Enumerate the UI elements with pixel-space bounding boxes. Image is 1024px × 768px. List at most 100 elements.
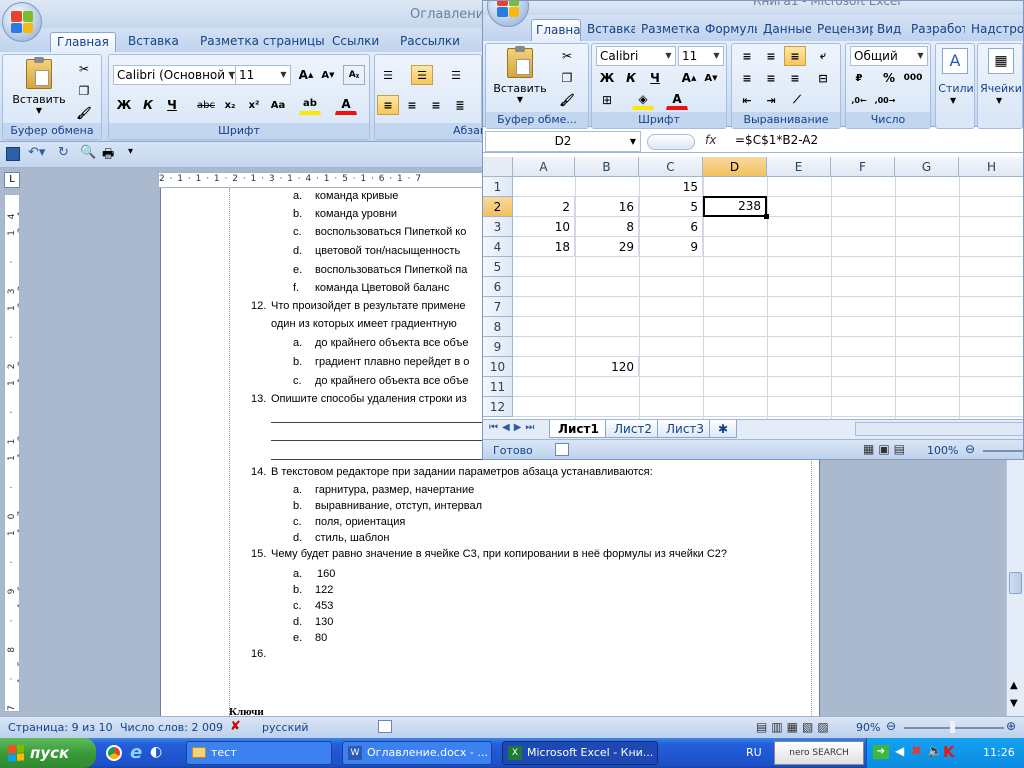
strikethrough-icon[interactable]: abc	[195, 95, 217, 115]
excel-font-name[interactable]: Calibri ▼	[596, 46, 676, 66]
excel-tab-home[interactable]: Главная	[531, 19, 581, 41]
word-tab-references[interactable]: Ссылки	[326, 32, 385, 52]
merge-cells-icon[interactable]: ⊟	[812, 68, 834, 88]
cell-d2-active[interactable]: 238	[703, 196, 767, 217]
word-font-size[interactable]: 11 ▼	[235, 65, 291, 85]
macro-record-icon[interactable]	[378, 720, 392, 733]
percent-icon[interactable]: %	[878, 68, 900, 88]
excel-cells-button[interactable]: ▦ Ячейки ▼	[977, 43, 1023, 129]
cell-c2[interactable]: 5	[639, 197, 703, 217]
currency-icon[interactable]: ₽	[848, 68, 870, 88]
tray-chevron-icon[interactable]: ◀	[895, 744, 904, 758]
cell-a2[interactable]: 2	[513, 197, 575, 217]
bullets-icon[interactable]: ☰	[377, 65, 399, 85]
word-tab-mailings[interactable]: Рассылки	[394, 32, 466, 52]
zoom-level[interactable]: 90%	[856, 721, 880, 734]
align-right-icon[interactable]: ≡	[425, 95, 447, 115]
row-header[interactable]: 12	[483, 397, 513, 417]
align-bottom-icon[interactable]: ≡	[784, 46, 806, 66]
row-header[interactable]: 3	[483, 217, 513, 237]
excel-font-size[interactable]: 11 ▼	[678, 46, 724, 66]
excel-styles-button[interactable]: A Стили ▼	[935, 43, 975, 129]
font-color-icon[interactable]: A	[666, 90, 688, 110]
cell-a3[interactable]: 10	[513, 217, 575, 237]
align-center-icon[interactable]: ≡	[760, 68, 782, 88]
justify-icon[interactable]: ≣	[449, 95, 471, 115]
sheet-tab-1[interactable]: Лист1	[549, 420, 608, 438]
column-header-d[interactable]: D	[703, 157, 767, 177]
format-painter-icon[interactable]: 🖌	[556, 90, 578, 110]
underline-icon[interactable]: Ч	[644, 68, 666, 88]
align-middle-icon[interactable]: ≡	[760, 46, 782, 66]
start-button[interactable]: пуск	[0, 738, 96, 768]
horizontal-scrollbar[interactable]	[855, 422, 1023, 436]
numbering-icon[interactable]: ☰	[411, 65, 433, 85]
column-header-e[interactable]: E	[767, 157, 831, 177]
word-count[interactable]: Число слов: 2 009	[120, 721, 223, 734]
font-color-icon[interactable]: A	[335, 95, 357, 115]
taskbar-task-word[interactable]: W Оглавление.docx - ...	[342, 741, 492, 765]
taskbar-task-excel[interactable]: X Microsoft Excel - Кни...	[502, 741, 658, 765]
tab-selector-icon[interactable]: L	[4, 172, 20, 188]
word-tab-insert[interactable]: Вставка	[122, 32, 185, 52]
volume-icon[interactable]: 🔈	[927, 744, 943, 759]
borders-icon[interactable]: ⊞	[596, 90, 618, 110]
decrease-decimal-icon[interactable]: ,00→	[874, 90, 896, 110]
grow-font-icon[interactable]: A ▲	[678, 68, 700, 88]
excel-tab-view[interactable]: Вид	[873, 19, 905, 41]
fill-handle[interactable]	[764, 214, 769, 219]
row-header[interactable]: 10	[483, 357, 513, 377]
word-tab-page-layout[interactable]: Разметка страницы	[194, 32, 331, 52]
cell-c4[interactable]: 9	[639, 237, 703, 257]
word-font-name[interactable]: Calibri (Основной те ▼	[113, 65, 239, 85]
column-header-h[interactable]: H	[959, 157, 1023, 177]
insert-sheet-icon[interactable]: ✱	[709, 420, 738, 438]
row-header[interactable]: 4	[483, 237, 513, 257]
excel-tab-data[interactable]: Данные	[759, 19, 811, 41]
word-tab-home[interactable]: Главная	[50, 32, 116, 52]
undo-icon[interactable]: ↶▾	[28, 145, 45, 160]
row-header[interactable]: 7	[483, 297, 513, 317]
italic-icon[interactable]: К	[137, 95, 159, 115]
shrink-font-icon[interactable]: A ▼	[317, 65, 339, 85]
sheet-navigation-icon[interactable]: ⏮◀▶⏭	[489, 422, 538, 433]
row-header[interactable]: 1	[483, 177, 513, 197]
excel-tab-review[interactable]: Рецензир	[813, 19, 873, 41]
underline-icon[interactable]: Ч	[161, 95, 183, 115]
sheet-tab-3[interactable]: Лист3	[657, 420, 714, 438]
cell-b2[interactable]: 16	[575, 197, 639, 217]
align-top-icon[interactable]: ≡	[736, 46, 758, 66]
word-paste-button[interactable]: Вставить ▼	[9, 57, 69, 115]
insert-function-icon[interactable]: fx	[705, 133, 716, 147]
view-buttons-icon[interactable]: ▤▥▦▧▨	[756, 720, 833, 734]
wrap-text-icon[interactable]: ⤶	[812, 46, 834, 66]
bold-icon[interactable]: Ж	[113, 95, 135, 115]
format-painter-icon[interactable]: 🖌	[73, 103, 95, 123]
taskbar-task-folder[interactable]: тест	[186, 741, 332, 765]
row-header[interactable]: 9	[483, 337, 513, 357]
macro-record-icon[interactable]	[555, 443, 569, 456]
formula-input[interactable]: =$C$1*B2-A2	[735, 133, 818, 147]
next-page-icon[interactable]: ▼	[1010, 698, 1018, 709]
tray-antivirus-icon[interactable]: ✖	[911, 744, 922, 759]
keyboard-language[interactable]: RU	[746, 746, 762, 759]
kaspersky-icon[interactable]: K	[943, 743, 955, 761]
cell-c1[interactable]: 15	[639, 177, 703, 197]
excel-window[interactable]: Книга1 - Microsoft Excel Главная Вставка…	[482, 0, 1024, 460]
cell-a4[interactable]: 18	[513, 237, 575, 257]
highlight-icon[interactable]: ab	[299, 95, 321, 115]
cell-b10[interactable]: 120	[575, 357, 639, 377]
formula-bar-splitter[interactable]	[647, 134, 695, 150]
customize-toolbar-icon[interactable]: ▾	[128, 146, 133, 157]
align-center-icon[interactable]: ≡	[401, 95, 423, 115]
cell-b3[interactable]: 8	[575, 217, 639, 237]
row-header[interactable]: 6	[483, 277, 513, 297]
zoom-out-icon[interactable]: ⊖	[886, 719, 896, 733]
align-left-icon[interactable]: ≡	[736, 68, 758, 88]
decrease-indent-icon[interactable]: ⇤	[736, 90, 758, 110]
clear-format-icon[interactable]: Aᵪ	[343, 65, 365, 85]
copy-icon[interactable]: ❐	[73, 81, 95, 101]
fill-color-icon[interactable]: ◈	[632, 90, 654, 110]
zoom-out-icon[interactable]: ⊖	[965, 442, 975, 456]
excel-tab-formulas[interactable]: Формулы	[701, 19, 757, 41]
